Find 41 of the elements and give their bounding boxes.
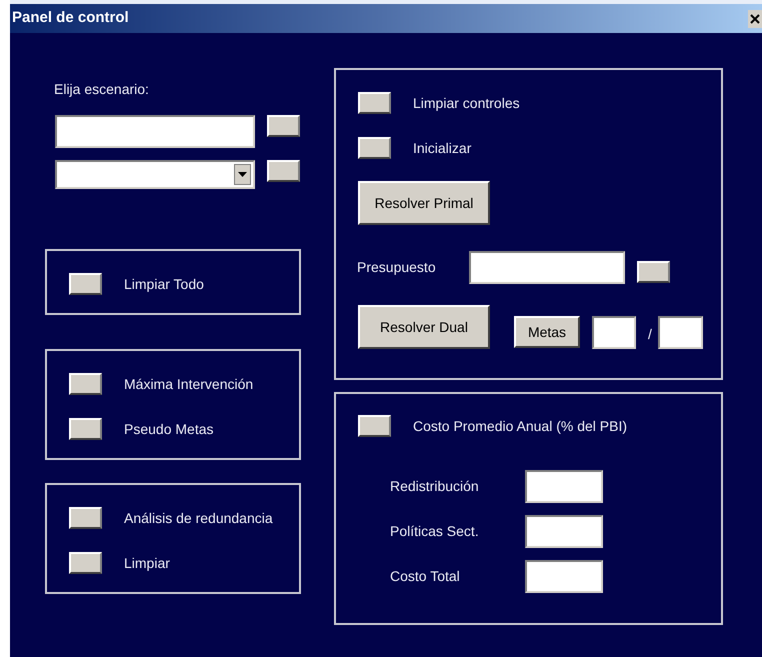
input-field[interactable] [525,515,603,548]
push-button[interactable] [267,115,300,137]
button-label: Limpiar [124,554,170,573]
dropdown-button[interactable] [234,164,251,185]
button-label: Limpiar controles [413,94,520,113]
button-label: Pseudo Metas [124,420,214,438]
push-button[interactable] [358,137,391,159]
button-label: Inicializar [413,138,472,158]
scenario-label: Elija escenario: [54,80,150,99]
input-field[interactable] [525,560,603,593]
push-button[interactable]: Resolver Dual [358,305,490,349]
button-label: Análisis de redundancia [124,508,273,528]
caret-icon [238,172,247,177]
slash-text: / [648,324,653,344]
input-field[interactable] [658,316,703,348]
push-button[interactable] [267,160,300,182]
push-button[interactable] [358,92,391,114]
push-button[interactable] [69,273,102,295]
push-button[interactable]: Resolver Primal [358,181,490,225]
window-title: Panel de control [12,8,129,28]
push-button[interactable] [69,418,102,440]
input-field[interactable] [592,316,636,348]
button-label: Máxima Intervención [124,374,254,394]
push-button[interactable] [69,552,102,574]
cost-label: Costo Total [390,567,461,586]
input-field[interactable] [55,115,255,148]
cost-label: Redistribución [390,477,480,496]
close-button[interactable] [748,10,762,28]
button-label: Limpiar Todo [124,274,204,294]
input-field[interactable] [469,251,625,284]
budget-label: Presupuesto [357,258,437,277]
dropdown-field[interactable] [55,160,255,189]
cost-label: Políticas Sect. [390,522,480,541]
push-button[interactable] [69,373,102,395]
push-button[interactable] [637,260,670,282]
push-button[interactable] [69,507,102,529]
input-field[interactable] [525,470,603,503]
push-button[interactable]: Metas [514,316,580,348]
close-icon [750,14,760,24]
button-label: Costo Promedio Anual (% del PBI) [413,416,627,436]
push-button[interactable] [358,415,391,437]
